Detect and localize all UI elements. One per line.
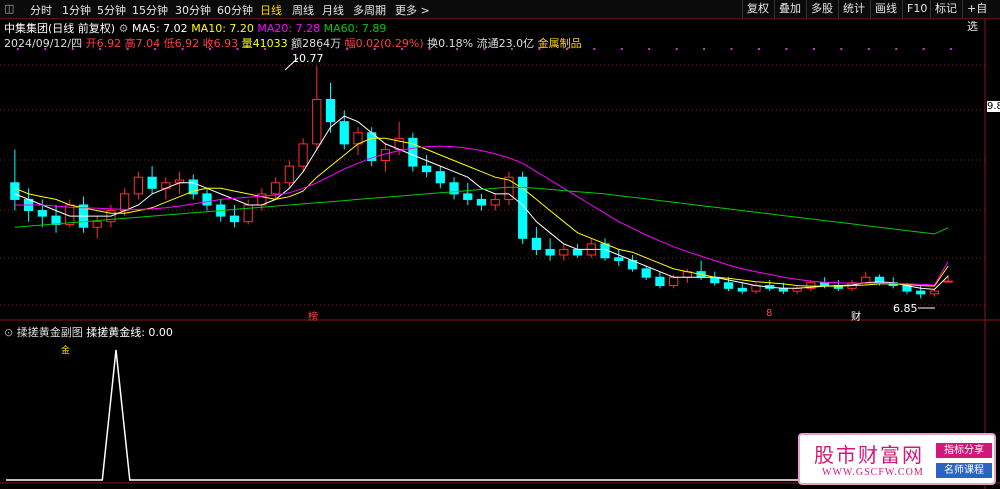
event-dot bbox=[16, 48, 19, 50]
candle-body bbox=[531, 237, 542, 250]
candle-body bbox=[916, 290, 926, 295]
candle-body bbox=[737, 287, 747, 292]
candle-body bbox=[92, 221, 102, 228]
event-dot bbox=[346, 48, 349, 50]
candle-body bbox=[572, 248, 583, 256]
candle-body bbox=[435, 171, 445, 184]
indicator-value: 揉搓黄金线: 0.00 bbox=[86, 326, 173, 339]
candle-body bbox=[463, 193, 473, 200]
candle-body bbox=[669, 276, 679, 287]
candle-body bbox=[943, 280, 953, 283]
event-dot bbox=[922, 48, 925, 50]
event-dot bbox=[785, 48, 788, 50]
event-dot bbox=[428, 48, 431, 50]
event-marker-1[interactable]: 榜 bbox=[308, 308, 318, 323]
event-dot bbox=[456, 48, 459, 50]
event-dot bbox=[675, 48, 678, 50]
event-dot bbox=[565, 48, 568, 50]
candle-body bbox=[133, 176, 144, 195]
event-dot bbox=[126, 48, 129, 50]
candle-body bbox=[545, 248, 555, 256]
candle-body bbox=[490, 198, 500, 206]
candle-body bbox=[325, 98, 336, 123]
low-price-label: 6.85 bbox=[893, 302, 918, 315]
candle-body bbox=[229, 215, 240, 223]
event-dot bbox=[867, 48, 870, 50]
event-dot bbox=[895, 48, 898, 50]
candle-body bbox=[723, 282, 734, 289]
event-dot bbox=[812, 48, 815, 50]
event-dot bbox=[757, 48, 760, 50]
candle-body bbox=[559, 248, 569, 256]
event-dot bbox=[703, 48, 706, 50]
candle-body bbox=[339, 121, 349, 145]
candle-body bbox=[421, 165, 432, 173]
candle-body bbox=[312, 98, 322, 145]
watermark-logo: 股市财富网 WWW.GSCFW.COM 指标分享 名师课程 bbox=[798, 433, 996, 485]
candle-body bbox=[202, 193, 212, 206]
indicator-settings-icon[interactable]: ⊙ bbox=[4, 326, 13, 339]
event-dot bbox=[510, 48, 513, 50]
event-dot bbox=[373, 48, 376, 50]
candle-body bbox=[614, 257, 624, 262]
event-dot bbox=[620, 48, 623, 50]
watermark-tag-indicators: 指标分享 bbox=[936, 443, 992, 458]
candle-body bbox=[929, 290, 940, 295]
event-dot bbox=[401, 48, 404, 50]
candle-body bbox=[655, 276, 665, 287]
event-dot bbox=[648, 48, 651, 50]
event-marker-2[interactable]: 8 bbox=[766, 308, 772, 319]
kline-chart[interactable] bbox=[0, 0, 1000, 489]
candle-body bbox=[271, 182, 281, 195]
event-dot bbox=[950, 48, 953, 50]
candle-body bbox=[284, 165, 294, 184]
watermark-title: 股市财富网 bbox=[814, 443, 924, 467]
candle-body bbox=[120, 193, 130, 212]
candle-body bbox=[408, 137, 418, 167]
event-dot bbox=[291, 48, 294, 50]
event-dot bbox=[538, 48, 541, 50]
event-marker-3[interactable]: 财 bbox=[851, 308, 861, 323]
event-dot bbox=[71, 48, 74, 50]
event-dot bbox=[263, 48, 266, 50]
event-dot bbox=[483, 48, 486, 50]
event-dot bbox=[209, 48, 212, 50]
indicator-header: ⊙ 揉搓黄金副图 揉搓黄金线: 0.00 bbox=[4, 324, 173, 340]
event-dot bbox=[593, 48, 596, 50]
candle-body bbox=[147, 176, 157, 189]
indicator-marker: 金 bbox=[61, 346, 71, 356]
high-price-label: 10.77 bbox=[292, 52, 324, 65]
candle-body bbox=[861, 276, 871, 284]
watermark-tag-courses: 名师课程 bbox=[936, 463, 992, 478]
candle-body bbox=[37, 210, 47, 217]
event-dot bbox=[99, 48, 102, 50]
candle-body bbox=[367, 132, 377, 162]
event-dot bbox=[181, 48, 184, 50]
event-dot bbox=[730, 48, 733, 50]
candle-body bbox=[243, 204, 253, 223]
candle-body bbox=[476, 198, 487, 206]
candle-body bbox=[819, 282, 830, 287]
axis-price-label: 9.8 bbox=[987, 101, 1000, 112]
candle-body bbox=[298, 143, 308, 167]
indicator-title[interactable]: 揉搓黄金副图 bbox=[17, 326, 83, 339]
event-dot bbox=[840, 48, 843, 50]
event-dot bbox=[44, 48, 47, 50]
event-dot bbox=[154, 48, 157, 50]
event-dot bbox=[318, 48, 321, 50]
candle-body bbox=[10, 182, 20, 200]
event-dot bbox=[236, 48, 239, 50]
watermark-url: WWW.GSCFW.COM bbox=[822, 467, 924, 478]
candle-body bbox=[641, 268, 651, 278]
